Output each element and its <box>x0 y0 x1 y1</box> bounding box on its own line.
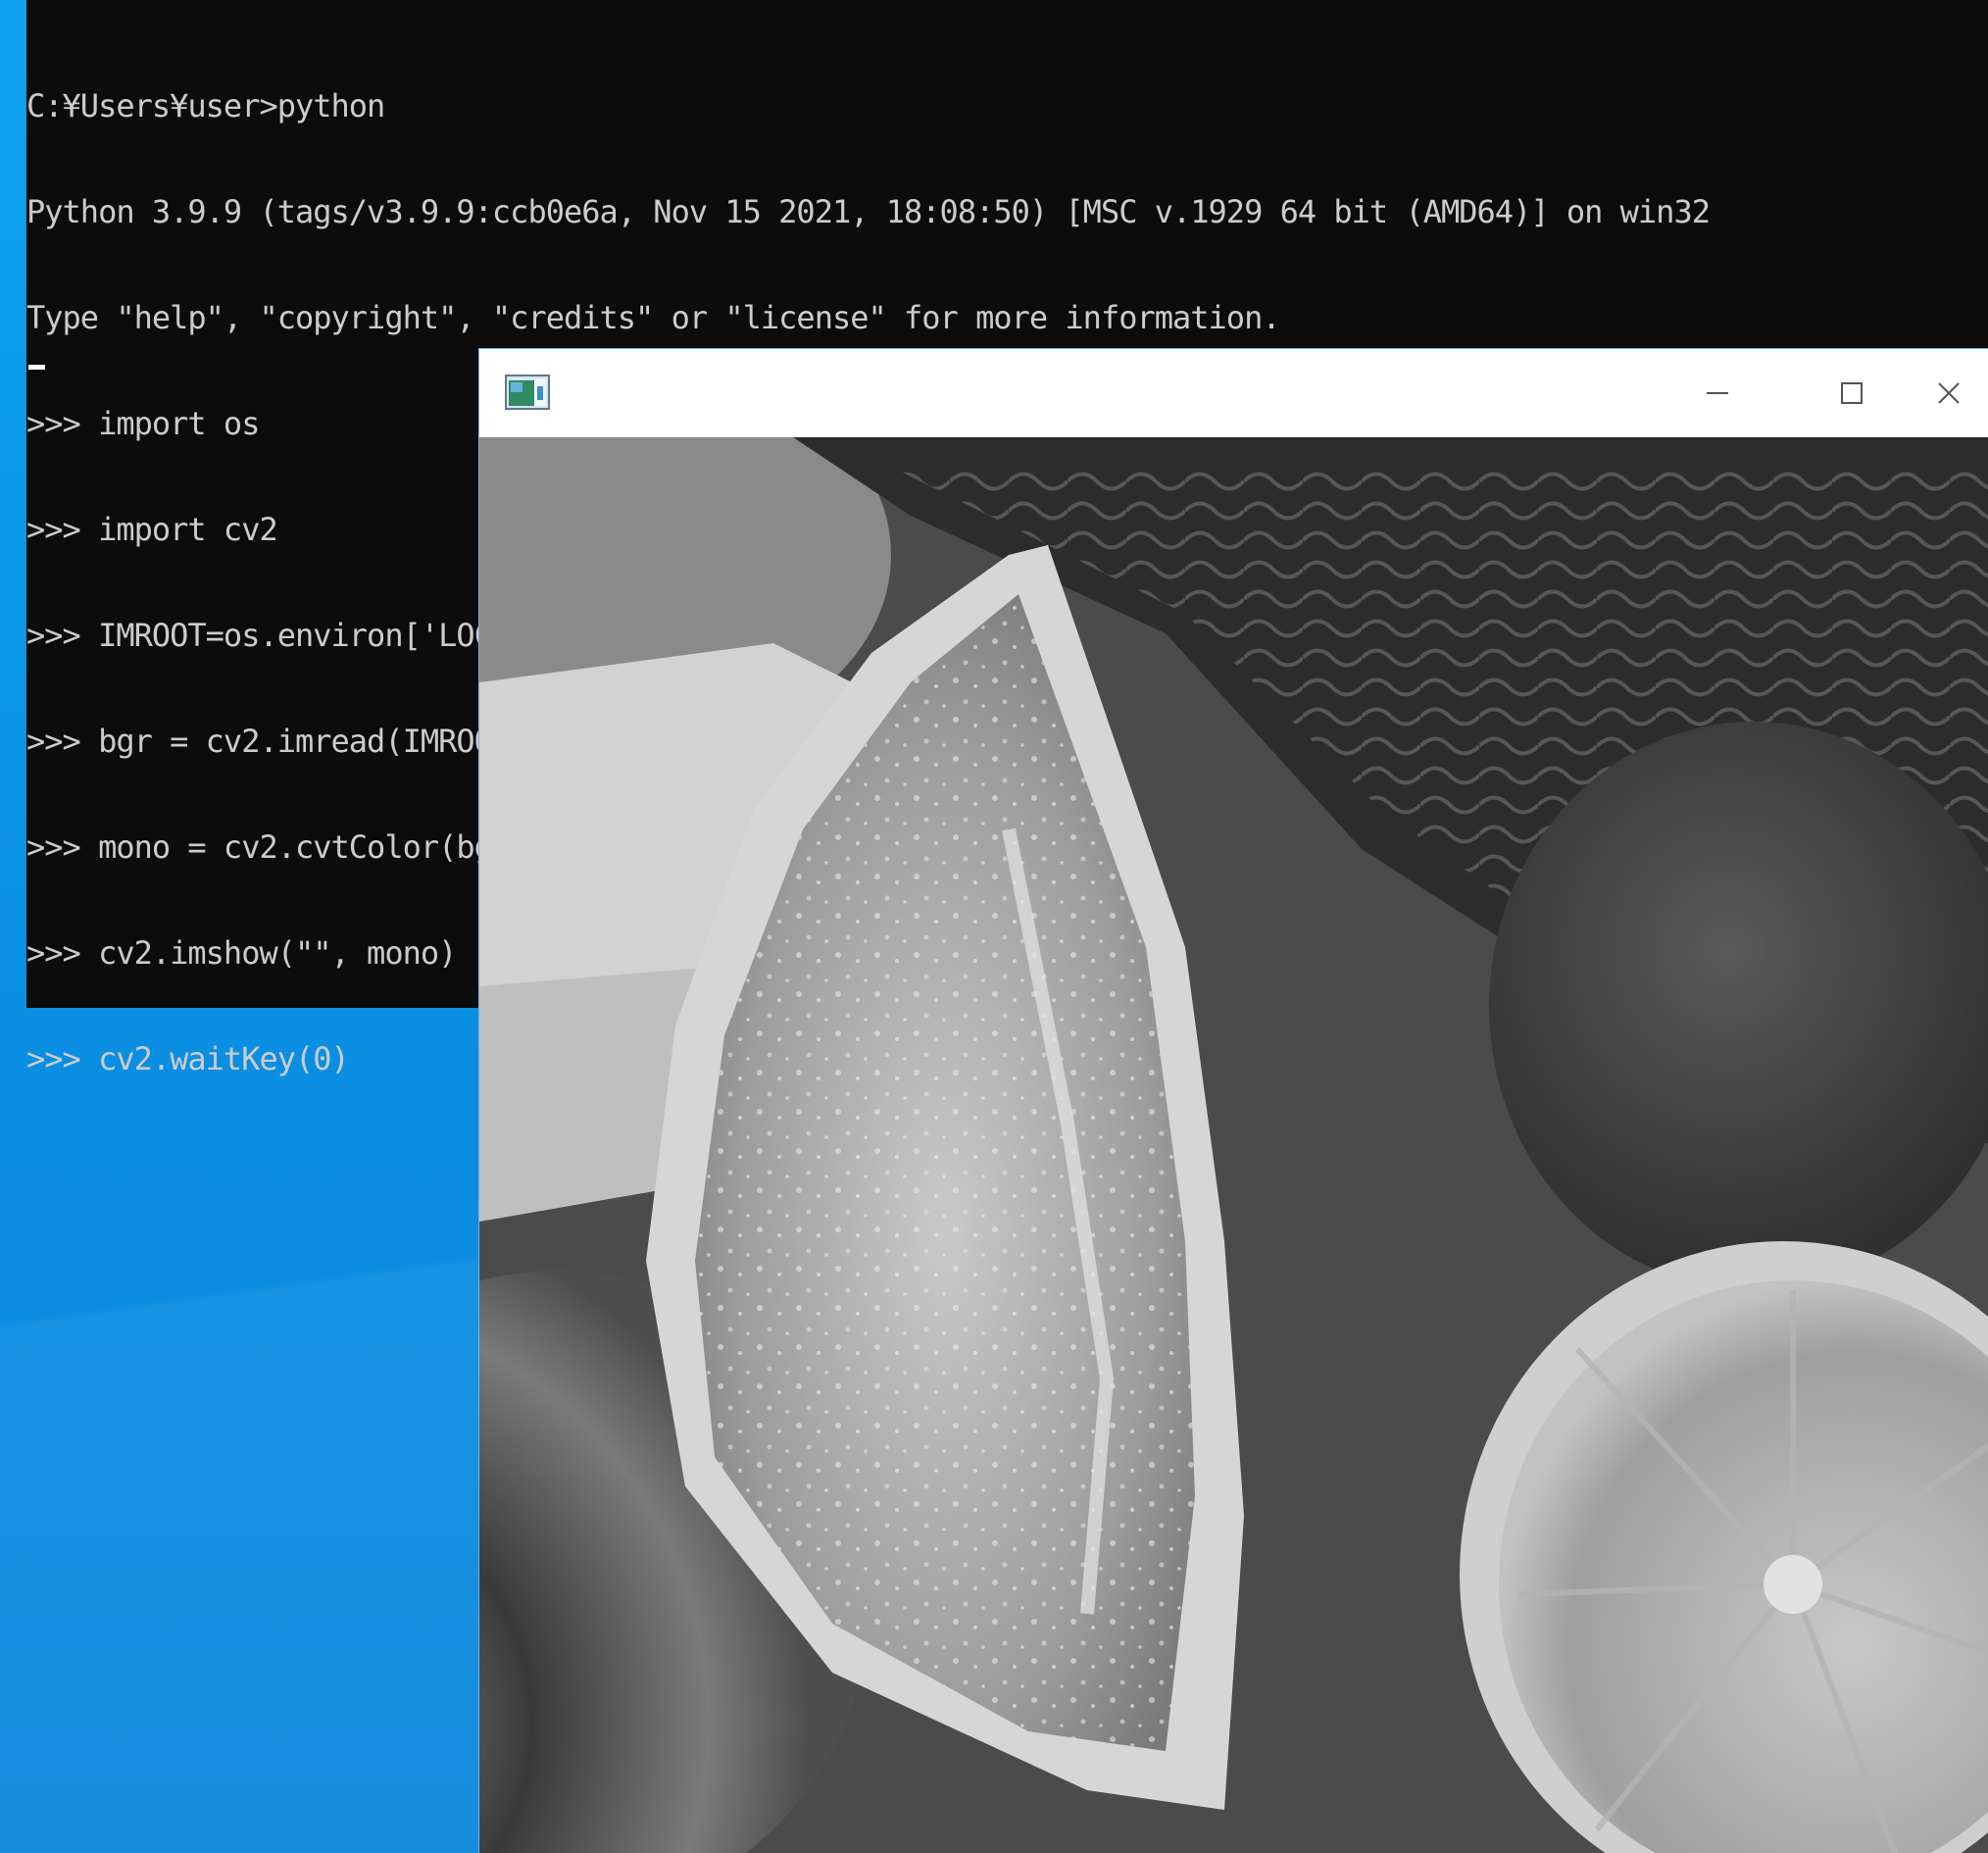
opencv-window-icon <box>505 375 550 410</box>
maximize-button[interactable] <box>1784 349 1919 437</box>
close-button[interactable] <box>1919 349 1988 437</box>
console-line: C:¥Users¥user>python <box>26 87 385 125</box>
console-line: Type "help", "copyright", "credits" or "… <box>26 299 1281 336</box>
console-line: Python 3.9.9 (tags/v3.9.9:ccb0e6a, Nov 1… <box>26 193 1711 230</box>
image-viewer-window[interactable] <box>479 349 1988 1853</box>
grayscale-fruits-image <box>479 437 1988 1853</box>
minimize-button[interactable] <box>1650 349 1785 437</box>
minimize-icon <box>1707 392 1728 394</box>
maximize-icon <box>1841 382 1863 404</box>
text-cursor <box>28 365 45 370</box>
title-bar[interactable] <box>479 349 1988 437</box>
close-icon <box>1938 382 1960 404</box>
